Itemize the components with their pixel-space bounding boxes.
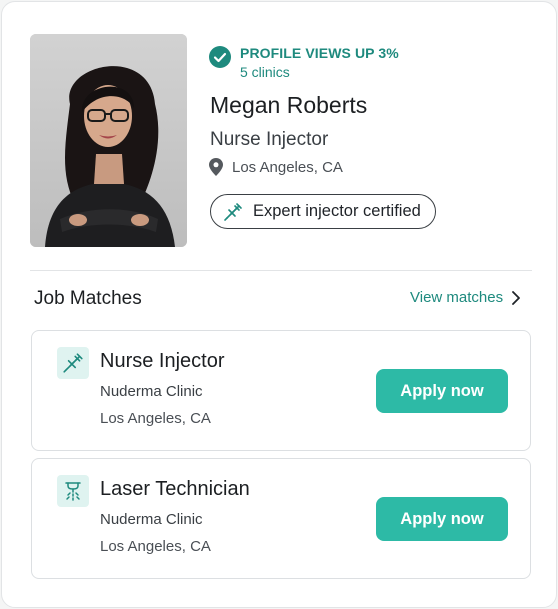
profile-views-subtitle: 5 clinics bbox=[240, 64, 290, 80]
job-title: Laser Technician bbox=[100, 478, 250, 500]
syringe-icon bbox=[224, 202, 242, 221]
check-circle-icon bbox=[209, 46, 231, 68]
job-icon-tile bbox=[57, 347, 89, 379]
certification-label: Expert injector certified bbox=[253, 202, 421, 220]
job-card: Nurse Injector Nuderma Clinic Los Angele… bbox=[31, 330, 531, 451]
profile-role: Nurse Injector bbox=[210, 129, 329, 150]
job-clinic: Nuderma Clinic bbox=[100, 511, 203, 528]
view-matches-link[interactable]: View matches bbox=[410, 289, 521, 306]
view-matches-label: View matches bbox=[410, 289, 504, 306]
job-icon-tile bbox=[57, 475, 89, 507]
job-card: Laser Technician Nuderma Clinic Los Ange… bbox=[31, 458, 531, 579]
chevron-right-icon bbox=[512, 290, 521, 305]
job-matches-title: Job Matches bbox=[34, 288, 142, 309]
job-clinic: Nuderma Clinic bbox=[100, 383, 203, 400]
profile-views-title: PROFILE VIEWS UP 3% bbox=[240, 45, 399, 61]
certification-badge: Expert injector certified bbox=[210, 194, 436, 229]
profile-photo-illustration bbox=[30, 34, 187, 247]
syringe-icon bbox=[63, 353, 83, 373]
apply-now-button[interactable]: Apply now bbox=[376, 369, 508, 413]
laser-icon bbox=[65, 482, 81, 501]
location-pin-icon bbox=[209, 158, 223, 176]
profile-location: Los Angeles, CA bbox=[232, 159, 343, 176]
job-location: Los Angeles, CA bbox=[100, 538, 211, 555]
profile-photo bbox=[30, 34, 187, 247]
apply-now-button[interactable]: Apply now bbox=[376, 497, 508, 541]
job-location: Los Angeles, CA bbox=[100, 410, 211, 427]
section-divider bbox=[30, 270, 532, 271]
job-title: Nurse Injector bbox=[100, 350, 225, 372]
profile-card: PROFILE VIEWS UP 3% 5 clinics Megan Robe… bbox=[1, 1, 557, 608]
profile-name: Megan Roberts bbox=[210, 92, 368, 118]
